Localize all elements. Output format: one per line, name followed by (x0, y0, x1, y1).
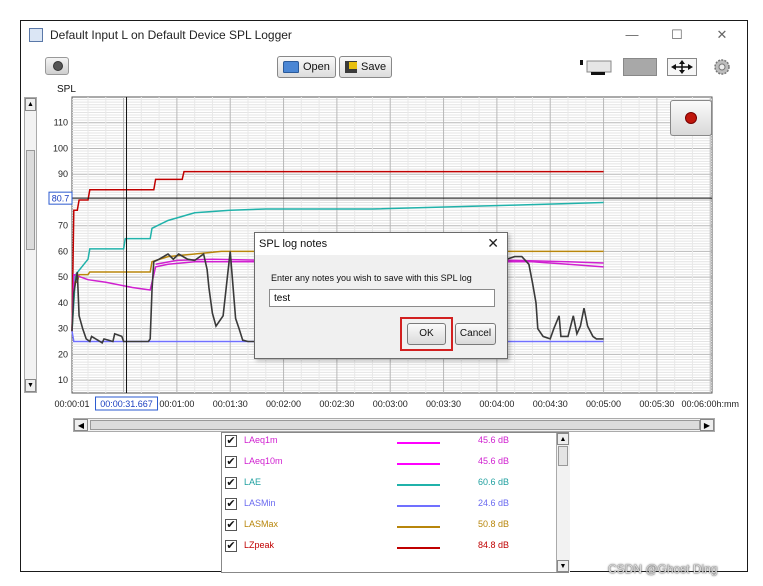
y-tick-label: 20 (58, 349, 68, 359)
scroll-right-arrow-icon[interactable]: ▶ (700, 419, 714, 431)
legend-line-swatch (397, 442, 440, 444)
y-tick-label: 10 (58, 375, 68, 385)
legend-checkbox[interactable]: ✔ (225, 519, 237, 531)
x-tick-label: 00:02:00 (266, 399, 301, 409)
legend-scroll-up-icon[interactable]: ▲ (557, 433, 569, 445)
dialog-message: Enter any notes you wish to save with th… (271, 273, 472, 283)
y-tick-label: 70 (58, 221, 68, 231)
legend-value: 60.6 dB (478, 477, 510, 487)
y-tick-label: 100 (53, 143, 68, 153)
cursor-value-label: 80.7 (52, 194, 70, 204)
watermark: CSDN @Ghost Ding (608, 562, 718, 576)
legend-scroll-down-icon[interactable]: ▼ (557, 560, 569, 572)
legend-name: LASMax (244, 519, 279, 529)
legend-checkbox[interactable]: ✔ (225, 540, 237, 552)
spl-chart: 102030405060708090100110 00:00:0100:01:0… (48, 96, 739, 411)
dialog-title: SPL log notes (259, 238, 328, 250)
x-tick-label: 00:01:30 (213, 399, 248, 409)
ok-button[interactable]: OK (407, 323, 446, 345)
legend-checkbox[interactable]: ✔ (225, 435, 237, 447)
legend-panel: ✔ LAeq1m 45.6 dB ✔ LAeq10m 45.6 dB ✔ LAE… (221, 432, 570, 573)
legend-checkbox[interactable]: ✔ (225, 477, 237, 489)
scroll-left-arrow-icon[interactable]: ◀ (74, 419, 88, 431)
legend-name: LAE (244, 477, 262, 487)
legend-scrollbar[interactable]: ▲ ▼ (556, 433, 570, 572)
legend-line-swatch (397, 547, 440, 549)
legend-row[interactable]: ✔ LASMax 50.8 dB (222, 517, 555, 538)
legend-checkbox[interactable]: ✔ (225, 498, 237, 510)
dialog-title-bar: SPL log notes ✕ (255, 233, 507, 255)
record-button[interactable] (670, 100, 712, 136)
cancel-button[interactable]: Cancel (455, 323, 496, 345)
y-tick-label: 30 (58, 324, 68, 334)
legend-name: LAeq1m (244, 435, 278, 445)
spl-logger-window: Default Input L on Default Device SPL Lo… (20, 20, 748, 573)
legend-name: LZpeak (244, 540, 275, 550)
dialog-close-icon[interactable]: ✕ (487, 235, 499, 252)
legend-value: 45.6 dB (478, 435, 510, 445)
notes-input[interactable] (269, 289, 495, 307)
legend-value: 45.6 dB (478, 456, 510, 466)
x-tick-label: 00:02:30 (319, 399, 354, 409)
cursor-time-label: 00:00:31.667 (100, 399, 153, 409)
y-tick-label: 40 (58, 298, 68, 308)
x-tick-label: 00:04:30 (533, 399, 568, 409)
x-tick-label: 00:03:00 (373, 399, 408, 409)
x-tick-label: 00:05:30 (639, 399, 674, 409)
legend-line-swatch (397, 484, 440, 486)
x-tick-label: 00:04:00 (479, 399, 514, 409)
y-tick-label: 90 (58, 169, 68, 179)
x-tick-label: 00:05:00 (586, 399, 621, 409)
legend-value: 24.6 dB (478, 498, 510, 508)
legend-line-swatch (397, 505, 440, 507)
legend-row[interactable]: ✔ LAeq1m 45.6 dB (222, 433, 555, 454)
legend-name: LASMin (244, 498, 276, 508)
legend-row[interactable]: ✔ LASMin 24.6 dB (222, 496, 555, 517)
legend-name: LAeq10m (244, 456, 283, 466)
x-tick-label: 00:01:00 (159, 399, 194, 409)
legend-row[interactable]: ✔ LAeq10m 45.6 dB (222, 454, 555, 475)
x-tick-label: 00:00:01 (54, 399, 89, 409)
legend-checkbox[interactable]: ✔ (225, 456, 237, 468)
y-tick-labels: 102030405060708090100110 (53, 118, 68, 385)
legend-value: 84.8 dB (478, 540, 510, 550)
y-tick-label: 60 (58, 246, 68, 256)
legend-line-swatch (397, 526, 440, 528)
spl-log-notes-dialog: SPL log notes ✕ Enter any notes you wish… (254, 232, 508, 359)
legend-row[interactable]: ✔ LZpeak 84.8 dB (222, 538, 555, 559)
x-tick-label: 00:06:00h:mm (681, 399, 739, 409)
legend-value: 50.8 dB (478, 519, 510, 529)
legend-line-swatch (397, 463, 440, 465)
legend-scroll-thumb[interactable] (558, 446, 568, 466)
legend-row[interactable]: ✔ LAE 60.6 dB (222, 475, 555, 496)
y-tick-label: 50 (58, 272, 68, 282)
horizontal-scroll-thumb[interactable] (90, 420, 700, 430)
x-tick-label: 00:03:30 (426, 399, 461, 409)
y-tick-label: 110 (54, 118, 68, 128)
horizontal-scrollbar[interactable]: ◀ ▶ (73, 418, 715, 432)
